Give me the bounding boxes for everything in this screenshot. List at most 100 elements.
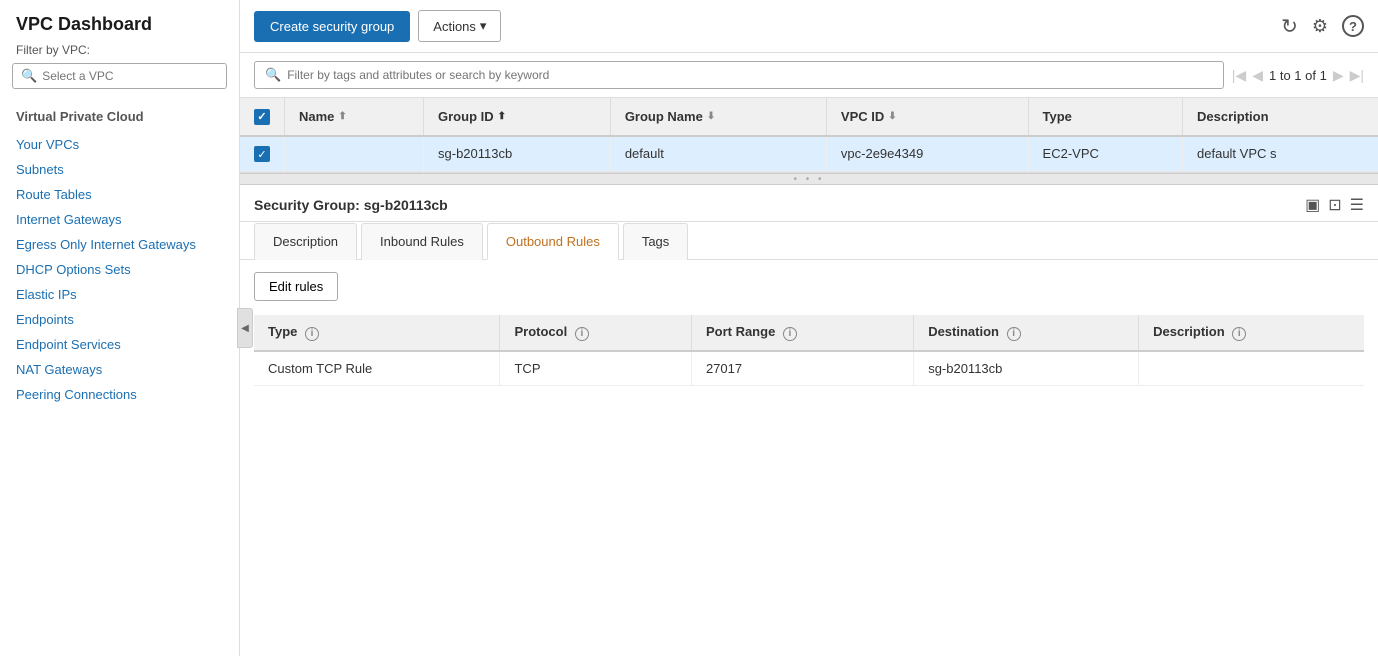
row-checkbox[interactable]: ✓: [254, 146, 270, 162]
create-security-group-button[interactable]: Create security group: [254, 11, 410, 42]
header-name-col[interactable]: Name ⬆: [285, 98, 424, 136]
sidebar-title: VPC Dashboard: [0, 14, 239, 43]
vpc-search-input[interactable]: [42, 69, 218, 83]
sidebar-item-dhcp-options[interactable]: DHCP Options Sets: [0, 257, 239, 282]
sidebar-search-wrap[interactable]: 🔍: [12, 63, 227, 89]
type-info-icon[interactable]: i: [305, 327, 319, 341]
vpc-id-sort-label: VPC ID ⬇: [841, 109, 897, 124]
rule-protocol-cell: TCP: [500, 351, 691, 386]
pagination-text: 1 to 1 of 1: [1269, 68, 1327, 83]
pagination-last-icon[interactable]: ▶|: [1350, 67, 1364, 84]
header-checkbox-col: ✓: [240, 98, 285, 136]
detail-tabs: Description Inbound Rules Outbound Rules…: [240, 222, 1378, 260]
rules-header-protocol: Protocol i: [500, 315, 691, 351]
outbound-rules-table: Type i Protocol i Port Range i Destina: [254, 315, 1364, 386]
pagination-prev-icon[interactable]: ◀: [1252, 67, 1263, 84]
tab-outbound-rules[interactable]: Outbound Rules: [487, 223, 619, 260]
sidebar-item-elastic-ips[interactable]: Elastic IPs: [0, 282, 239, 307]
rule-type-cell: Custom TCP Rule: [254, 351, 500, 386]
detail-header: Security Group: sg-b20113cb ▣ ⊡ ☰: [240, 185, 1378, 222]
row-vpc-id-cell: vpc-2e9e4349: [826, 136, 1028, 172]
security-group-id: sg-b20113cb: [364, 197, 448, 213]
header-type-col: Type: [1028, 98, 1182, 136]
rules-header-row: Type i Protocol i Port Range i Destina: [254, 315, 1364, 351]
rule-description-cell: [1139, 351, 1364, 386]
actions-button[interactable]: Actions ▾: [418, 10, 501, 42]
main-content: Create security group Actions ▾ ↻ ⚙ ? 🔍 …: [240, 0, 1378, 656]
row-name-cell: [285, 136, 424, 172]
search-icon: 🔍: [21, 68, 37, 84]
tab-content-outbound-rules: Edit rules Type i Protocol i Port Ran: [240, 260, 1378, 656]
detail-title: Security Group: sg-b20113cb: [254, 197, 448, 213]
select-all-checkbox[interactable]: ✓: [254, 109, 270, 125]
sidebar-item-peering-connections[interactable]: Peering Connections: [0, 382, 239, 407]
sidebar-section-title: Virtual Private Cloud: [0, 103, 239, 132]
detail-collapse-icon[interactable]: ⊡: [1328, 195, 1341, 215]
tab-inbound-rules[interactable]: Inbound Rules: [361, 223, 483, 260]
security-groups-table: ✓ Name ⬆ Group ID ⬆: [240, 98, 1378, 172]
toolbar: Create security group Actions ▾ ↻ ⚙ ?: [240, 0, 1378, 53]
gear-icon[interactable]: ⚙: [1312, 16, 1328, 37]
rules-header-port-range: Port Range i: [691, 315, 913, 351]
filter-bar: 🔍 |◀ ◀ 1 to 1 of 1 ▶ ▶|: [240, 53, 1378, 98]
detail-menu-icon[interactable]: ☰: [1350, 195, 1364, 215]
actions-chevron-icon: ▾: [480, 18, 487, 34]
edit-rules-button[interactable]: Edit rules: [254, 272, 338, 301]
rules-header-destination: Destination i: [914, 315, 1139, 351]
group-name-sort-label: Group Name ⬇: [625, 109, 715, 124]
detail-actions: ▣ ⊡ ☰: [1305, 195, 1364, 215]
sidebar-item-egress-only[interactable]: Egress Only Internet Gateways: [0, 232, 239, 257]
rule-port-range-cell: 27017: [691, 351, 913, 386]
sidebar-item-internet-gateways[interactable]: Internet Gateways: [0, 207, 239, 232]
sidebar: VPC Dashboard Filter by VPC: 🔍 Virtual P…: [0, 0, 240, 656]
header-vpc-id-col[interactable]: VPC ID ⬇: [826, 98, 1028, 136]
rule-row[interactable]: Custom TCP Rule TCP 27017 sg-b20113cb: [254, 351, 1364, 386]
security-group-label: Security Group:: [254, 197, 360, 213]
pagination-first-icon[interactable]: |◀: [1232, 67, 1246, 84]
resize-dots-icon: • • •: [793, 174, 824, 185]
group-id-sort-arrow: ⬆: [498, 111, 506, 122]
filter-input-wrap[interactable]: 🔍: [254, 61, 1224, 89]
row-group-name-cell: default: [610, 136, 826, 172]
header-description-col: Description: [1183, 98, 1378, 136]
destination-info-icon[interactable]: i: [1007, 327, 1021, 341]
group-id-sort-label: Group ID ⬆: [438, 109, 506, 124]
sidebar-item-nat-gateways[interactable]: NAT Gateways: [0, 357, 239, 382]
vpc-id-sort-arrow: ⬇: [888, 111, 896, 122]
name-sort-label: Name ⬆: [299, 109, 347, 124]
filter-search-icon: 🔍: [265, 67, 281, 83]
rule-destination-cell: sg-b20113cb: [914, 351, 1139, 386]
group-name-sort-arrow: ⬇: [707, 111, 715, 122]
tab-tags[interactable]: Tags: [623, 223, 688, 260]
refresh-icon[interactable]: ↻: [1281, 14, 1298, 39]
table-header-row: ✓ Name ⬆ Group ID ⬆: [240, 98, 1378, 136]
row-description-cell: default VPC s: [1183, 136, 1378, 172]
sidebar-item-your-vpcs[interactable]: Your VPCs: [0, 132, 239, 157]
protocol-info-icon[interactable]: i: [575, 327, 589, 341]
sidebar-item-subnets[interactable]: Subnets: [0, 157, 239, 182]
header-group-id-col[interactable]: Group ID ⬆: [424, 98, 611, 136]
row-group-id-cell: sg-b20113cb: [424, 136, 611, 172]
actions-label: Actions: [433, 19, 476, 34]
sidebar-collapse-button[interactable]: ◀: [237, 308, 253, 348]
table-row[interactable]: ✓ sg-b20113cb default vpc-2e9e4349 EC2-V…: [240, 136, 1378, 172]
filter-input[interactable]: [287, 68, 1213, 82]
row-type-cell: EC2-VPC: [1028, 136, 1182, 172]
sidebar-item-endpoints[interactable]: Endpoints: [0, 307, 239, 332]
port-range-info-icon[interactable]: i: [783, 327, 797, 341]
rules-header-type: Type i: [254, 315, 500, 351]
toolbar-icons: ↻ ⚙ ?: [1281, 14, 1364, 39]
rules-header-description: Description i: [1139, 315, 1364, 351]
help-icon[interactable]: ?: [1342, 15, 1364, 37]
resize-handle[interactable]: • • •: [240, 173, 1378, 185]
row-checkbox-cell[interactable]: ✓: [240, 136, 285, 172]
header-group-name-col[interactable]: Group Name ⬇: [610, 98, 826, 136]
detail-expand-icon[interactable]: ▣: [1305, 195, 1320, 215]
security-groups-table-container: ✓ Name ⬆ Group ID ⬆: [240, 98, 1378, 173]
sidebar-item-route-tables[interactable]: Route Tables: [0, 182, 239, 207]
tab-description[interactable]: Description: [254, 223, 357, 260]
pagination: |◀ ◀ 1 to 1 of 1 ▶ ▶|: [1232, 67, 1364, 84]
pagination-next-icon[interactable]: ▶: [1333, 67, 1344, 84]
sidebar-item-endpoint-services[interactable]: Endpoint Services: [0, 332, 239, 357]
description-info-icon[interactable]: i: [1232, 327, 1246, 341]
